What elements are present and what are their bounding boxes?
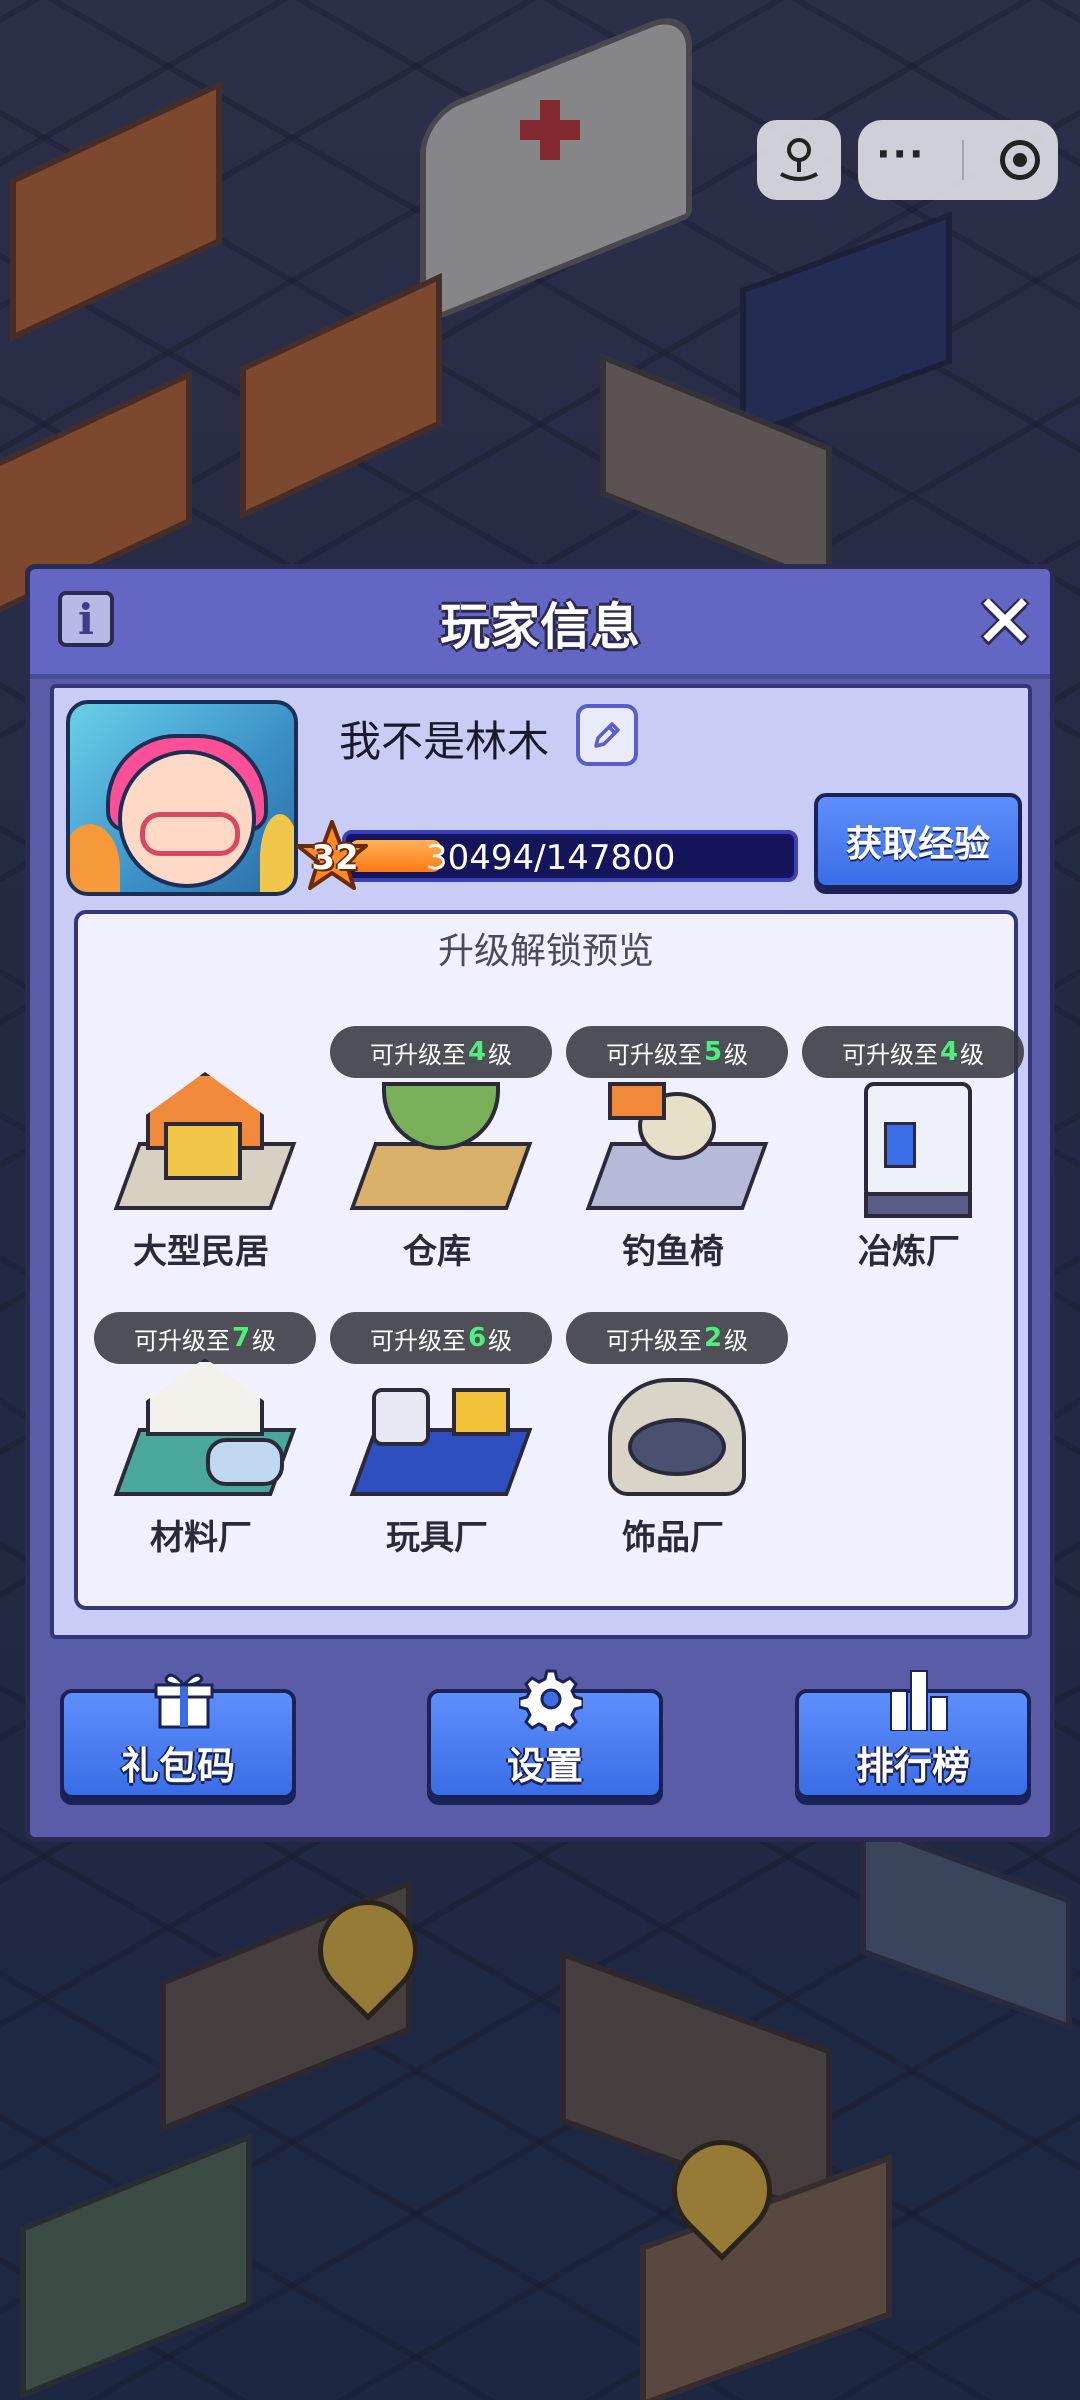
preview-item[interactable]: 可升级至 2 级 饰品厂: [566, 1312, 788, 1588]
get-experience-button[interactable]: 获取经验: [814, 793, 1022, 889]
more-button[interactable]: ···: [876, 132, 925, 176]
preview-item[interactable]: 可升级至 4 级 冶炼厂: [802, 1026, 1024, 1302]
preview-item[interactable]: 可升级至 7 级 材料厂: [94, 1312, 316, 1588]
dialog-title: 玩家信息: [440, 598, 640, 656]
fishing-chair-icon: [585, 1062, 769, 1222]
capsule-divider: [961, 140, 964, 180]
item-name: 大型民居: [133, 1232, 269, 1272]
capsule-menu: ···: [858, 120, 1058, 200]
preview-item[interactable]: 大型民居: [96, 1032, 306, 1302]
pencil-icon: [594, 722, 620, 748]
preview-title: 升级解锁预览: [437, 931, 654, 972]
toy-factory-icon: [349, 1348, 533, 1508]
game-controller-button[interactable]: [757, 120, 841, 200]
item-name: 材料厂: [150, 1518, 252, 1558]
material-factory-icon: [113, 1348, 297, 1508]
accessory-factory-icon: [588, 1348, 758, 1508]
dialog-title-bar: i 玩家信息 ✕: [30, 569, 1050, 679]
gift-code-button[interactable]: 礼包码: [60, 1673, 296, 1799]
gear-icon: [519, 1669, 583, 1731]
player-panel: 我不是林木 30494/147800 32 获取经验 升级解锁预览 大型民居 可…: [50, 684, 1032, 1639]
large-house-icon: [113, 1062, 297, 1222]
item-name: 饰品厂: [622, 1518, 724, 1558]
preview-item[interactable]: 可升级至 4 级 仓库: [330, 1026, 552, 1302]
joystick-icon: [780, 138, 818, 181]
player-name: 我不是林木: [339, 717, 550, 766]
settings-label: 设置: [506, 1744, 583, 1788]
close-icon: ✕: [973, 579, 1036, 665]
settings-button[interactable]: 设置: [427, 1669, 663, 1799]
warehouse-icon: [349, 1062, 533, 1222]
player-info-dialog: i 玩家信息 ✕ 我不是林木 30494/147800 32 获取经验 升级解锁…: [25, 564, 1055, 1842]
item-name: 钓鱼椅: [622, 1232, 724, 1272]
gift-code-label: 礼包码: [120, 1744, 235, 1788]
player-level: 32: [311, 838, 359, 878]
experience-text: 30494/147800: [426, 838, 676, 878]
experience-bar: 30494/147800: [342, 830, 798, 882]
item-name: 冶炼厂: [858, 1232, 960, 1272]
target-icon: [1012, 153, 1027, 167]
item-name: 仓库: [403, 1232, 471, 1272]
close-miniprogram-button[interactable]: [999, 140, 1040, 180]
item-name: 玩具厂: [386, 1518, 488, 1558]
close-button[interactable]: ✕: [970, 579, 1040, 665]
smelter-icon: [824, 1062, 994, 1222]
bar-chart-icon: [890, 1670, 948, 1731]
leaderboard-button[interactable]: 排行榜: [795, 1670, 1031, 1799]
leaderboard-label: 排行榜: [855, 1744, 970, 1788]
gift-icon: [154, 1673, 214, 1729]
avatar[interactable]: [66, 700, 298, 896]
preview-item[interactable]: 可升级至 6 级 玩具厂: [330, 1312, 552, 1588]
upgrade-preview: 升级解锁预览 大型民居 可升级至 4 级 仓库 可升级至 5 级 钓鱼椅 可升级…: [74, 910, 1024, 1610]
preview-item[interactable]: 可升级至 5 级 钓鱼椅: [566, 1026, 788, 1302]
edit-name-button[interactable]: [576, 704, 638, 766]
